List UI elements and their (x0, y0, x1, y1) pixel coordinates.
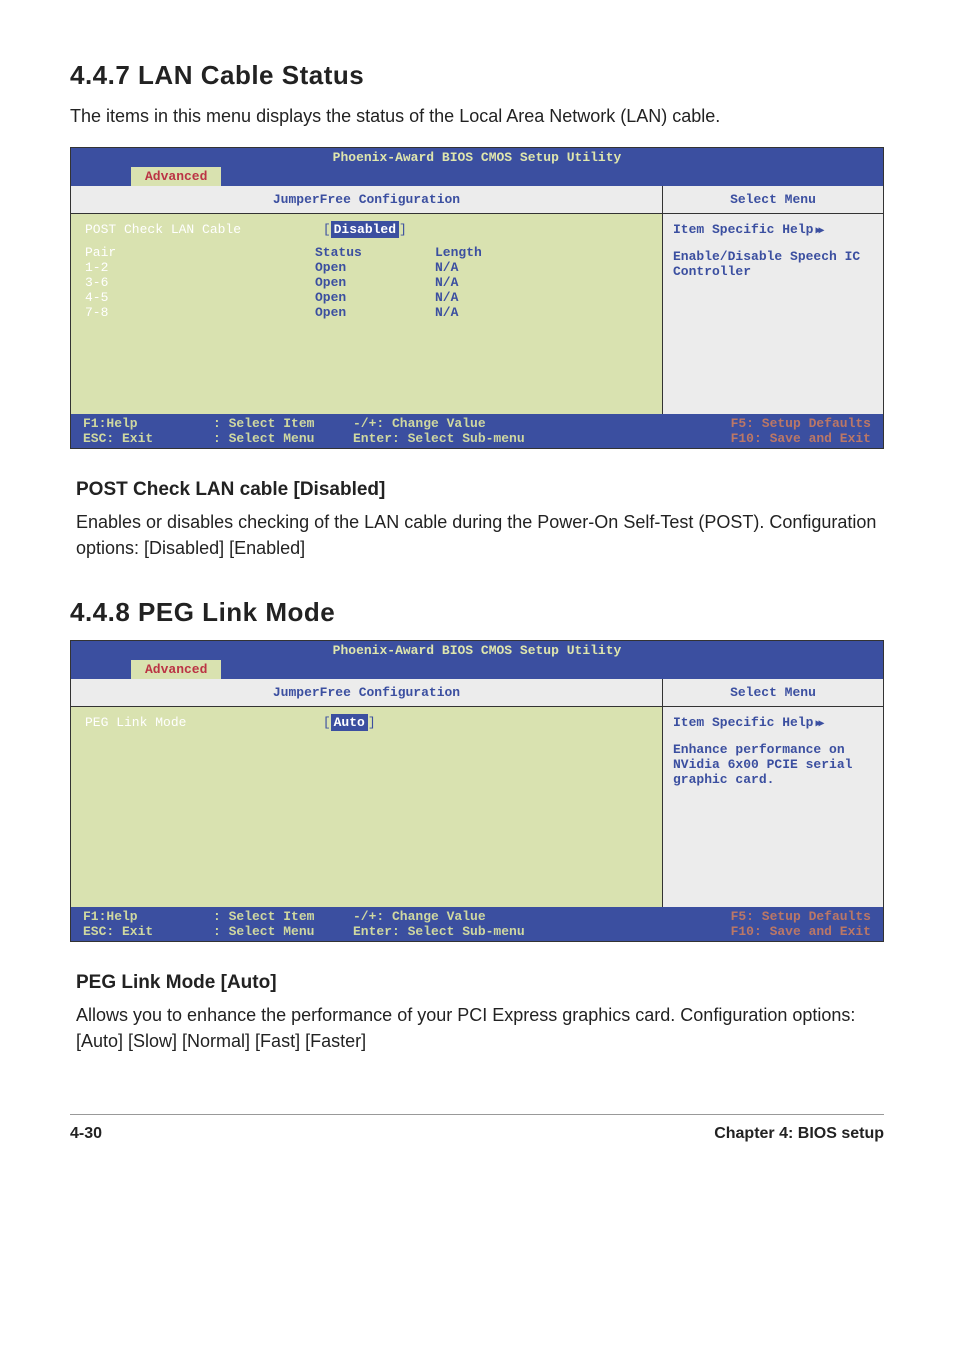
setting-label-peg-link: PEG Link Mode (85, 715, 315, 730)
footer-select-item: : Select Item (213, 909, 353, 924)
subhead-right: Select Menu (663, 679, 883, 707)
help-text: Enhance performance on NVidia 6x00 PCIE … (673, 742, 873, 787)
bios-footer: F1:Help : Select Item -/+: Change Value … (71, 414, 883, 448)
section-intro-lan: The items in this menu displays the stat… (70, 103, 884, 129)
col-header-length: Length (435, 245, 515, 260)
table-row: 4-5OpenN/A (85, 290, 648, 305)
tab-advanced[interactable]: Advanced (131, 167, 221, 186)
subbody-post-check: Enables or disables checking of the LAN … (76, 509, 884, 561)
footer-f10: F10: Save and Exit (553, 924, 871, 939)
setting-value-post-check[interactable]: [Disabled] (323, 221, 407, 238)
table-row: 7-8OpenN/A (85, 305, 648, 320)
section-title-peg: 4.4.8 PEG Link Mode (70, 597, 884, 628)
bios-window-lan: Phoenix-Award BIOS CMOS Setup Utility Ad… (70, 147, 884, 449)
table-row: 1-2OpenN/A (85, 260, 648, 275)
bios-help-panel: Item Specific Help Enable/Disable Speech… (663, 214, 883, 414)
footer-esc: ESC: Exit (83, 924, 213, 939)
bios-help-panel: Item Specific Help Enhance performance o… (663, 707, 883, 907)
bios-footer: F1:Help : Select Item -/+: Change Value … (71, 907, 883, 941)
help-text: Enable/Disable Speech IC Controller (673, 249, 873, 279)
footer-select-item: : Select Item (213, 416, 353, 431)
subhead-left: JumperFree Configuration (71, 186, 663, 214)
bios-tab-bar: Advanced (71, 167, 883, 186)
footer-f5: F5: Setup Defaults (553, 909, 871, 924)
bios-main-panel: PEG Link Mode [Auto] (71, 707, 663, 907)
footer-select-menu: : Select Menu (213, 431, 353, 446)
subhead-left: JumperFree Configuration (71, 679, 663, 707)
footer-enter: Enter: Select Sub-menu (353, 431, 553, 446)
setting-value-peg-link[interactable]: [Auto] (323, 714, 376, 731)
bios-main-panel: POST Check LAN Cable [Disabled] PairStat… (71, 214, 663, 414)
bios-title: Phoenix-Award BIOS CMOS Setup Utility (71, 641, 883, 660)
col-header-pair: Pair (85, 245, 315, 260)
setting-label-post-check: POST Check LAN Cable (85, 222, 315, 237)
bios-title: Phoenix-Award BIOS CMOS Setup Utility (71, 148, 883, 167)
footer-change-value: -/+: Change Value (353, 909, 553, 924)
footer-f1: F1:Help (83, 416, 213, 431)
subheading-peg-link: PEG Link Mode [Auto] (76, 972, 884, 994)
footer-select-menu: : Select Menu (213, 924, 353, 939)
chapter-label: Chapter 4: BIOS setup (714, 1125, 884, 1143)
table-row: 3-6OpenN/A (85, 275, 648, 290)
help-heading: Item Specific Help (673, 222, 873, 237)
subheading-post-check: POST Check LAN cable [Disabled] (76, 479, 884, 501)
tab-advanced[interactable]: Advanced (131, 660, 221, 679)
section-title-lan: 4.4.7 LAN Cable Status (70, 60, 884, 91)
bios-window-peg: Phoenix-Award BIOS CMOS Setup Utility Ad… (70, 640, 884, 942)
footer-change-value: -/+: Change Value (353, 416, 553, 431)
footer-enter: Enter: Select Sub-menu (353, 924, 553, 939)
footer-f10: F10: Save and Exit (553, 431, 871, 446)
help-heading: Item Specific Help (673, 715, 873, 730)
col-header-status: Status (315, 245, 435, 260)
subhead-right: Select Menu (663, 186, 883, 214)
footer-esc: ESC: Exit (83, 431, 213, 446)
subbody-peg-link: Allows you to enhance the performance of… (76, 1002, 884, 1054)
bios-tab-bar: Advanced (71, 660, 883, 679)
page-footer: 4-30 Chapter 4: BIOS setup (70, 1114, 884, 1143)
footer-f1: F1:Help (83, 909, 213, 924)
page-number: 4-30 (70, 1125, 102, 1143)
footer-f5: F5: Setup Defaults (553, 416, 871, 431)
